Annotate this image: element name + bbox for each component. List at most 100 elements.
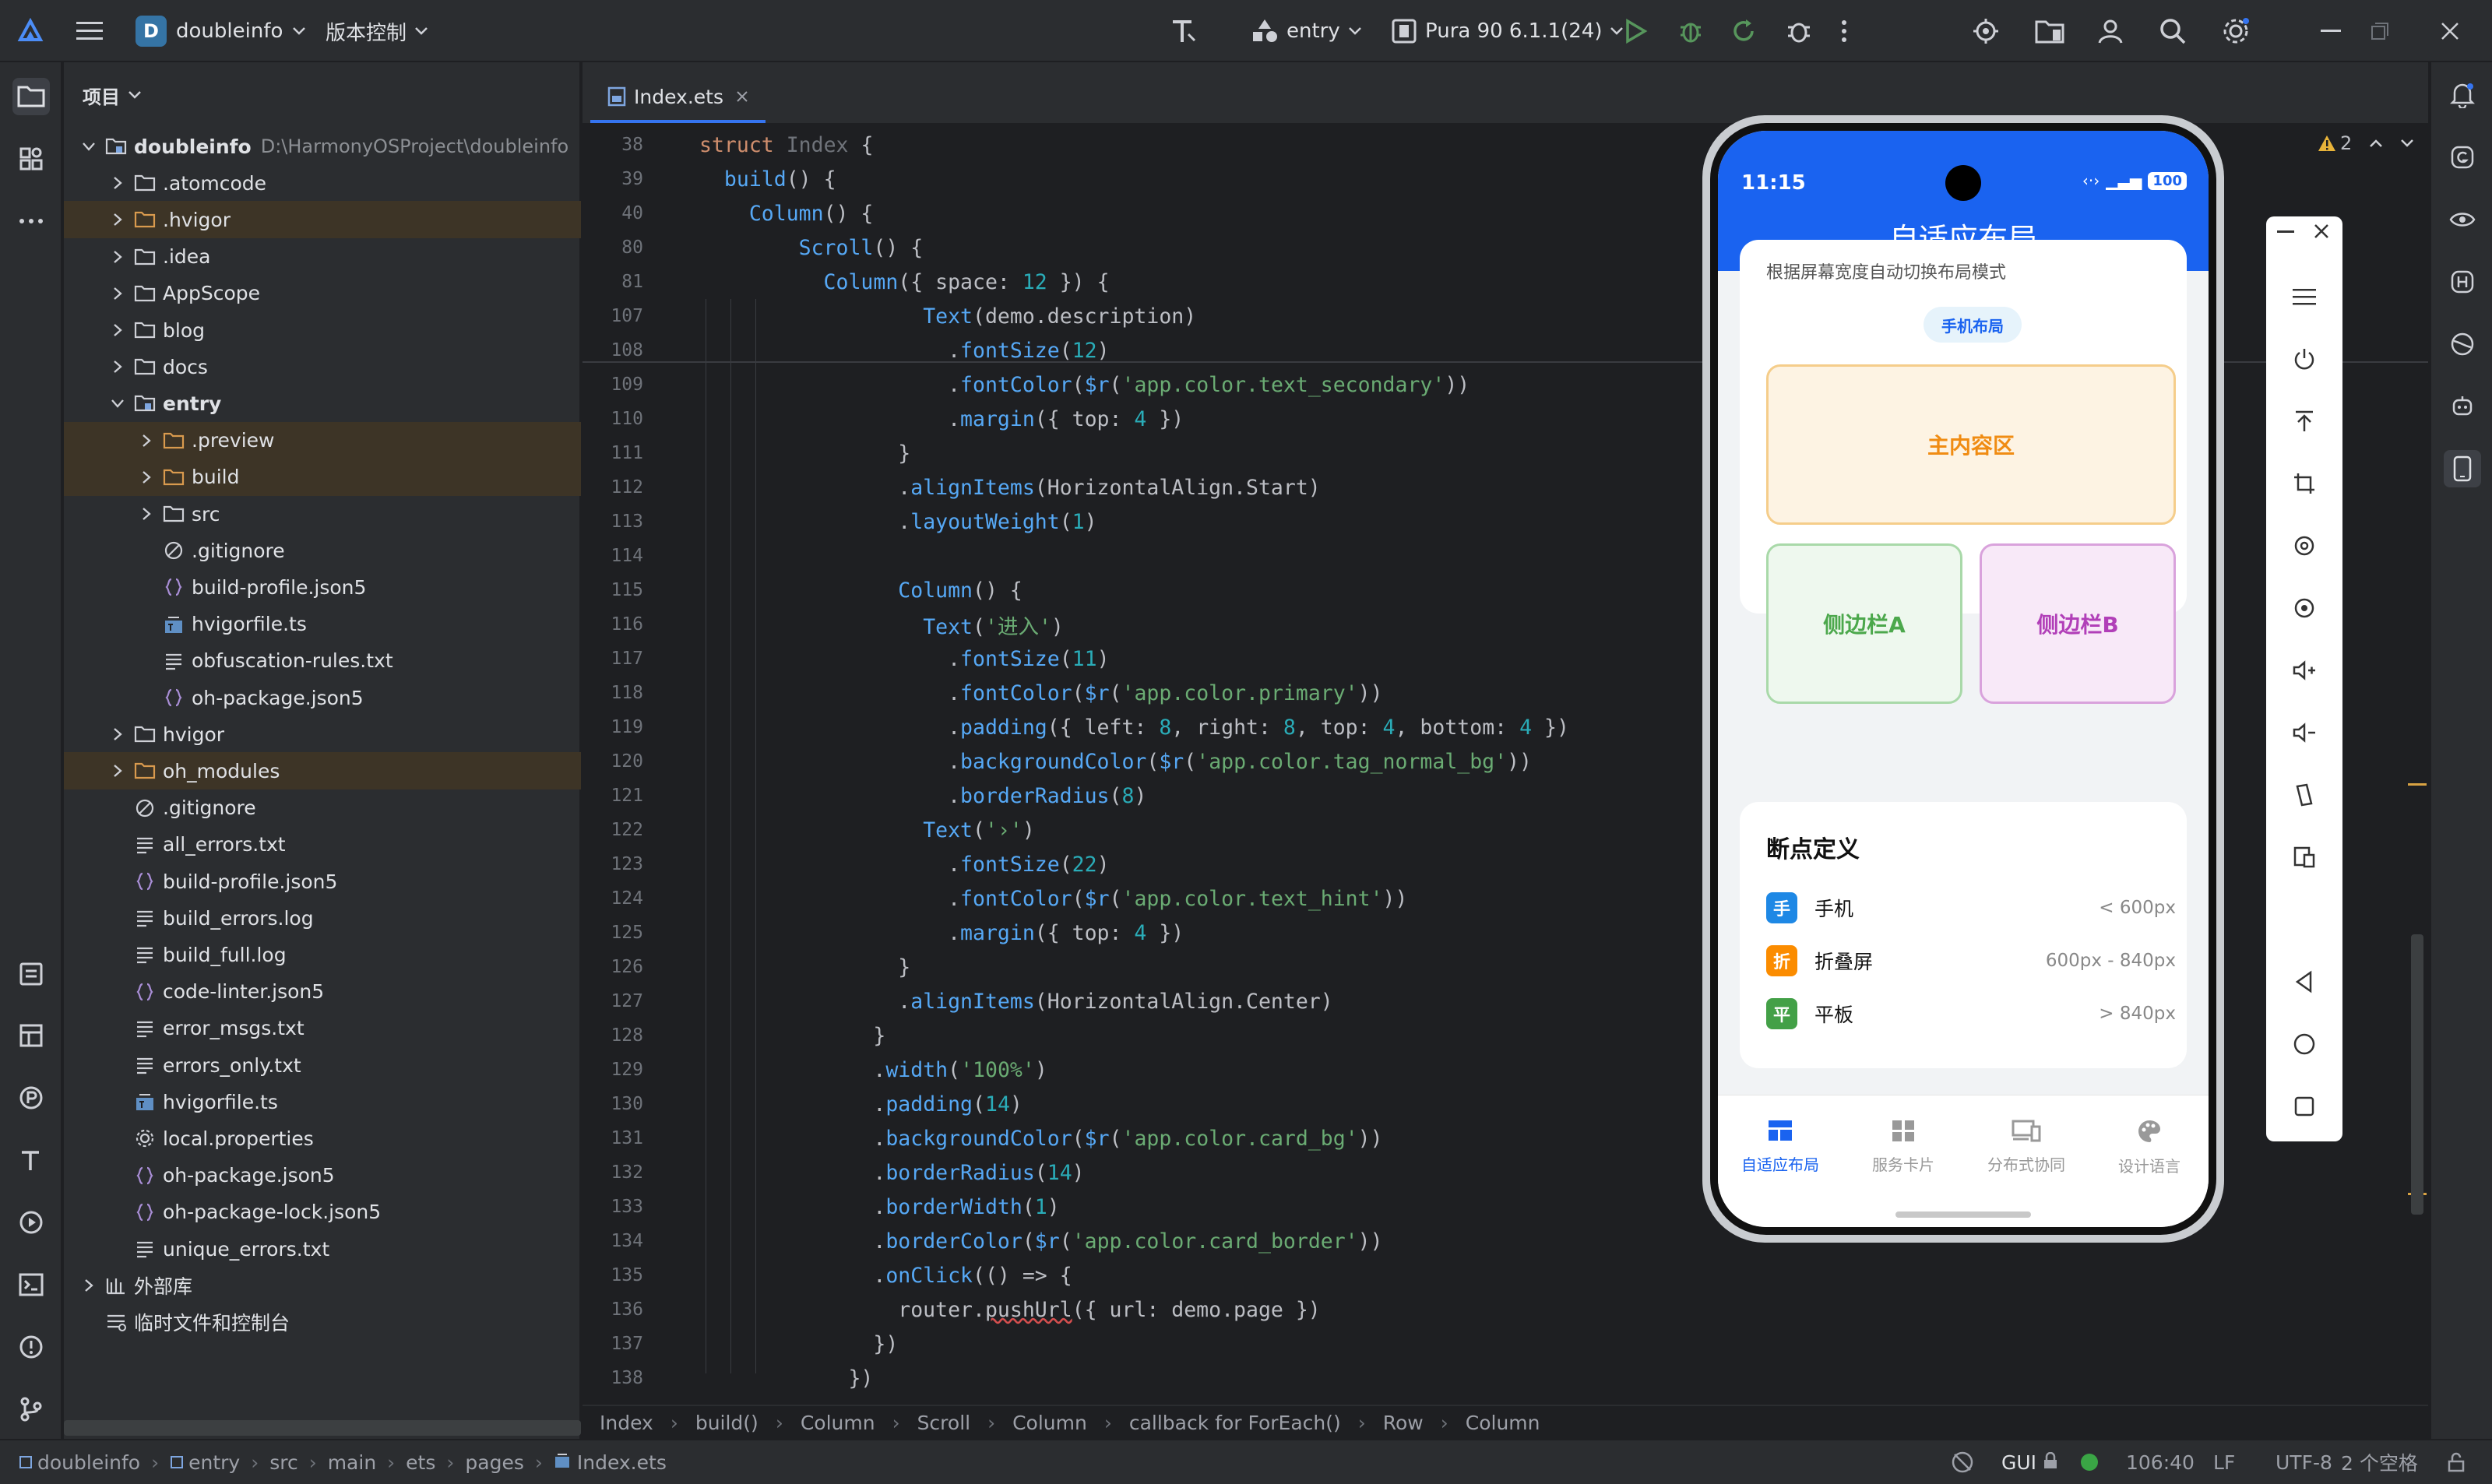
fold-icon[interactable] xyxy=(2285,775,2324,814)
tree-item[interactable]: oh-package.json5 xyxy=(64,679,581,716)
breadcrumb-item[interactable]: Scroll xyxy=(917,1412,971,1434)
chevron-down-icon[interactable] xyxy=(2400,139,2414,148)
tree-item[interactable]: build_errors.log xyxy=(64,899,581,937)
layout-demo-card[interactable]: 根据屏幕宽度自动切换布局模式 手机布局 主内容区 侧边栏A 侧边栏B xyxy=(1740,240,2187,704)
home-indicator[interactable] xyxy=(1895,1211,2031,1218)
problems-icon[interactable] xyxy=(12,1328,50,1366)
project-view-icon[interactable] xyxy=(12,78,50,115)
services-icon[interactable] xyxy=(12,1204,50,1241)
notifications-icon[interactable] xyxy=(2444,76,2481,114)
tree-item[interactable]: .idea xyxy=(64,238,581,276)
vertical-scrollbar[interactable] xyxy=(2411,934,2423,1215)
chevron-right-icon[interactable] xyxy=(78,1275,100,1296)
vcs-menu[interactable]: 版本控制 xyxy=(326,0,428,62)
path-segment[interactable]: pages xyxy=(465,1451,523,1474)
preview-eye-icon[interactable] xyxy=(2444,201,2481,238)
tree-item[interactable]: src xyxy=(64,495,581,533)
project-selector[interactable]: D doubleinfo xyxy=(136,0,306,62)
layout-inspector-icon[interactable] xyxy=(12,1017,50,1054)
rerun-icon[interactable] xyxy=(1730,18,1757,44)
tree-item[interactable]: 外部库 xyxy=(64,1267,581,1304)
tree-item[interactable]: errors_only.txt xyxy=(64,1046,581,1084)
path-segment[interactable]: doubleinfo xyxy=(37,1451,140,1474)
path-segment[interactable]: main xyxy=(328,1451,376,1474)
tree-item[interactable]: entry xyxy=(64,385,581,422)
breadcrumb-item[interactable]: callback for ForEach() xyxy=(1129,1412,1341,1434)
indent-setting[interactable]: 2 个空格 xyxy=(2341,1440,2418,1484)
chevron-right-icon[interactable] xyxy=(107,209,128,230)
chevron-down-icon[interactable] xyxy=(78,135,100,157)
deveco-logo-icon[interactable] xyxy=(17,18,44,44)
tree-item[interactable]: build_full.log xyxy=(64,936,581,973)
nav-tab[interactable]: 分布式协同 xyxy=(1972,1119,2081,1175)
path-segment[interactable]: src xyxy=(269,1451,298,1474)
chevron-right-icon[interactable] xyxy=(136,430,157,452)
chevron-down-icon[interactable] xyxy=(107,392,128,414)
tree-item[interactable]: .gitignore xyxy=(64,789,581,827)
tree-item[interactable]: build xyxy=(64,458,581,496)
crop-icon[interactable] xyxy=(2285,464,2324,503)
breadcrumb-item[interactable]: Column xyxy=(1012,1412,1087,1434)
tree-item[interactable]: doubleinfo D:\HarmonyOSProject\doubleinfo xyxy=(64,128,581,165)
tree-item[interactable]: code-linter.json5 xyxy=(64,973,581,1011)
nav-tab[interactable]: 服务卡片 xyxy=(1849,1119,1958,1175)
device-selector[interactable]: Pura 90 6.1.1(24) xyxy=(1391,0,1624,62)
tree-item[interactable]: docs xyxy=(64,348,581,385)
multi-device-icon[interactable] xyxy=(2285,838,2324,877)
chevron-right-icon[interactable] xyxy=(107,723,128,745)
device-manager-icon[interactable] xyxy=(2444,450,2481,487)
volume-down-icon[interactable] xyxy=(2285,713,2324,752)
tree-item[interactable]: hvigorfile.ts xyxy=(64,606,581,643)
horizontal-scrollbar[interactable] xyxy=(64,1420,581,1436)
emu-menu-icon[interactable] xyxy=(2285,277,2324,316)
volume-up-icon[interactable] xyxy=(2285,651,2324,690)
network-icon[interactable] xyxy=(2444,325,2481,363)
codegenie-icon[interactable] xyxy=(2444,139,2481,176)
chevron-right-icon[interactable] xyxy=(107,283,128,304)
tree-item[interactable]: build-profile.json5 xyxy=(64,568,581,606)
nav-tab[interactable]: 设计语言 xyxy=(2095,1119,2204,1176)
restore-icon[interactable] xyxy=(2371,22,2389,40)
line-separator[interactable]: LF xyxy=(2213,1440,2235,1484)
tree-item[interactable]: hvigor xyxy=(64,716,581,753)
tree-item[interactable]: unique_errors.txt xyxy=(64,1230,581,1268)
power-icon[interactable] xyxy=(2285,339,2324,378)
todo-icon[interactable] xyxy=(12,955,50,992)
harmony-h-icon[interactable] xyxy=(2444,263,2481,301)
main-menu-icon[interactable] xyxy=(76,19,103,43)
path-segment[interactable]: entry xyxy=(188,1451,240,1474)
folder-device-icon[interactable] xyxy=(2034,17,2065,45)
close-tab-icon[interactable] xyxy=(736,90,748,103)
robot-icon[interactable] xyxy=(2444,388,2481,425)
chevron-right-icon[interactable] xyxy=(136,466,157,488)
tree-item[interactable]: .preview xyxy=(64,421,581,459)
project-panel-header[interactable]: 项目 xyxy=(64,62,581,128)
chevron-right-icon[interactable] xyxy=(107,172,128,194)
terminal-icon[interactable] xyxy=(12,1266,50,1303)
more-horizontal-icon[interactable] xyxy=(12,202,50,240)
settings-gear-icon[interactable] xyxy=(2221,16,2251,46)
ui-tool-icon[interactable] xyxy=(1168,16,1199,47)
more-vertical-icon[interactable] xyxy=(1841,19,1847,43)
no-power-save-icon[interactable] xyxy=(1950,1440,1975,1484)
path-segment[interactable]: Index.ets xyxy=(577,1451,667,1474)
typography-icon[interactable] xyxy=(12,1141,50,1179)
upload-icon[interactable] xyxy=(2285,402,2324,441)
structure-icon[interactable] xyxy=(12,140,50,178)
breadcrumb-item[interactable]: Column xyxy=(801,1412,875,1434)
tree-item[interactable]: 临时文件和控制台 xyxy=(64,1303,581,1341)
tree-item[interactable]: local.properties xyxy=(64,1120,581,1157)
nav-tab[interactable]: 自适应布局 xyxy=(1726,1119,1835,1175)
chevron-right-icon[interactable] xyxy=(107,319,128,341)
tree-item[interactable]: oh-package.json5 xyxy=(64,1157,581,1194)
tree-item[interactable]: build-profile.json5 xyxy=(64,863,581,900)
rotate-right-icon[interactable] xyxy=(2285,589,2324,628)
profiler-p-icon[interactable] xyxy=(12,1079,50,1117)
run-icon[interactable] xyxy=(1624,19,1648,44)
gui-indicator[interactable]: GUI xyxy=(2001,1440,2058,1484)
chevron-right-icon[interactable] xyxy=(107,760,128,782)
close-window-icon[interactable] xyxy=(2441,22,2459,40)
tree-item[interactable]: .atomcode xyxy=(64,164,581,202)
recents-icon[interactable] xyxy=(2285,1087,2324,1126)
tree-item[interactable]: oh-package-lock.json5 xyxy=(64,1194,581,1231)
